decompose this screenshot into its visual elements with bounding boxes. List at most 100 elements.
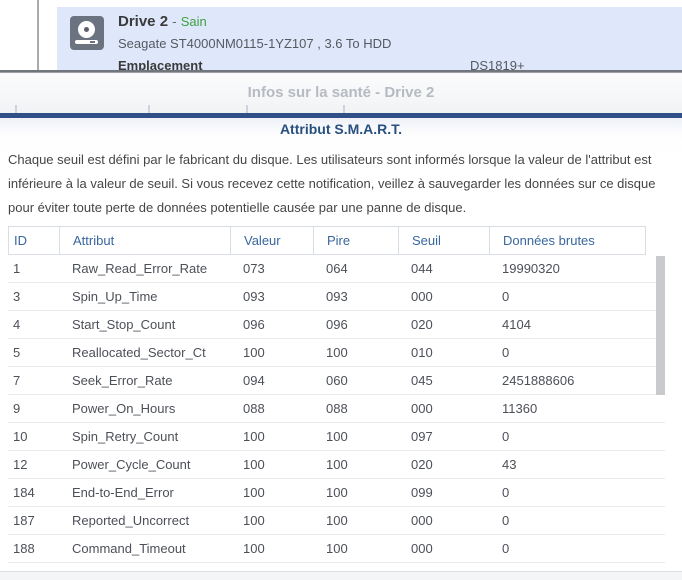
cell-attribute: Power_Cycle_Count: [72, 457, 191, 472]
column-header-seuil[interactable]: Seuil: [399, 227, 490, 254]
cell-id: 10: [13, 429, 28, 444]
tab-separator: [15, 105, 17, 113]
cell-raw: 0: [502, 513, 510, 528]
cell-value: 100: [243, 457, 265, 472]
health-info-dialog: Infos sur la santé - Drive 2 Attribut S.…: [0, 70, 682, 580]
cell-value: 088: [243, 401, 265, 416]
dialog-title: Infos sur la santé - Drive 2: [247, 84, 435, 101]
smart-section-title: Attribut S.M.A.R.T.: [279, 121, 403, 137]
cell-raw: 0: [502, 429, 510, 444]
drive-name: Drive 2: [118, 13, 169, 30]
table-row[interactable]: 3 Spin_Up_Time 093 093 000 0: [8, 283, 665, 311]
cell-worst: 088: [326, 401, 348, 416]
cell-attribute: Spin_Retry_Count: [72, 429, 179, 444]
cell-value: 100: [243, 541, 265, 556]
column-header-pire[interactable]: Pire: [314, 227, 399, 254]
cell-id: 4: [13, 317, 21, 332]
cell-value: 073: [243, 261, 265, 276]
cell-value: 100: [243, 513, 265, 528]
drive-status-badge: Sain: [180, 14, 207, 29]
cell-threshold: 000: [411, 541, 433, 556]
column-header-valeur[interactable]: Valeur: [231, 227, 314, 254]
cell-threshold: 000: [411, 513, 433, 528]
table-row[interactable]: 184 End-to-End_Error 100 100 099 0: [8, 479, 665, 507]
cell-raw: 4104: [502, 317, 531, 332]
table-row[interactable]: 12 Power_Cycle_Count 100 100 020 43: [8, 451, 665, 479]
table-row[interactable]: 187 Reported_Uncorrect 100 100 000 0: [8, 507, 665, 535]
hdd-icon: [70, 16, 104, 50]
table-row[interactable]: 188 Command_Timeout 100 100 000 0: [8, 535, 665, 563]
cell-value: 096: [243, 317, 265, 332]
cell-threshold: 044: [411, 261, 433, 276]
smart-table-body: 1 Raw_Read_Error_Rate 073 064 044 19990320 3 Sp…: [8, 255, 665, 563]
cell-worst: 100: [326, 457, 348, 472]
cell-id: 12: [13, 457, 28, 472]
cell-id: 7: [13, 373, 21, 388]
background-app-area: Drive 2 - Sain Seagate ST4000NM0115-1YZ1…: [0, 0, 682, 70]
table-row[interactable]: 9 Power_On_Hours 088 088 000 11360: [8, 395, 665, 423]
cell-raw: 0: [502, 485, 510, 500]
drive-title: Drive 2 - Sain: [118, 13, 207, 30]
cell-id: 9: [13, 401, 21, 416]
cell-raw: 0: [502, 345, 510, 360]
cell-attribute: Reported_Uncorrect: [72, 513, 190, 528]
cell-raw: 43: [502, 457, 517, 472]
cell-value: 100: [243, 429, 265, 444]
cell-attribute: Command_Timeout: [72, 541, 186, 556]
table-row[interactable]: 5 Reallocated_Sector_Ct 100 100 010 0: [8, 339, 665, 367]
cell-worst: 100: [326, 513, 348, 528]
cell-worst: 100: [326, 429, 348, 444]
drive-location-value: DS1819+: [470, 58, 525, 70]
background-scrollbar[interactable]: [37, 0, 39, 70]
cell-value: 093: [243, 289, 265, 304]
cell-attribute: Reallocated_Sector_Ct: [72, 345, 206, 360]
cell-worst: 100: [326, 485, 348, 500]
table-row[interactable]: 10 Spin_Retry_Count 100 100 097 0: [8, 423, 665, 451]
cell-attribute: Raw_Read_Error_Rate: [72, 261, 208, 276]
cell-id: 1: [13, 261, 21, 276]
cell-worst: 064: [326, 261, 348, 276]
tab-separator: [343, 105, 345, 113]
cell-id: 184: [13, 485, 35, 500]
cell-worst: 093: [326, 289, 348, 304]
cell-worst: 096: [326, 317, 348, 332]
table-scrollbar-thumb[interactable]: [656, 256, 665, 395]
column-header-id[interactable]: ID: [9, 227, 60, 254]
column-header-attribut[interactable]: Attribut: [60, 227, 231, 254]
tab-separator: [246, 105, 248, 113]
drive-location-label: Emplacement: [118, 58, 203, 70]
drive-status-separator: -: [172, 14, 177, 29]
cell-value: 094: [243, 373, 265, 388]
cell-threshold: 000: [411, 289, 433, 304]
cell-threshold: 000: [411, 401, 433, 416]
cell-id: 3: [13, 289, 21, 304]
cell-id: 188: [13, 541, 35, 556]
cell-threshold: 020: [411, 457, 433, 472]
cell-worst: 060: [326, 373, 348, 388]
cell-raw: 0: [502, 289, 510, 304]
cell-attribute: End-to-End_Error: [72, 485, 174, 500]
table-row[interactable]: 1 Raw_Read_Error_Rate 073 064 044 19990320: [8, 255, 665, 283]
column-header-donnees-brutes[interactable]: Données brutes: [490, 227, 645, 254]
dialog-titlebar[interactable]: Infos sur la santé - Drive 2: [0, 73, 682, 113]
cell-value: 100: [243, 345, 265, 360]
drive-summary-panel[interactable]: Drive 2 - Sain Seagate ST4000NM0115-1YZ1…: [57, 7, 682, 70]
drive-model: Seagate ST4000NM0115-1YZ107 , 3.6 To HDD: [118, 36, 392, 51]
smart-description: Chaque seuil est défini par le fabricant…: [8, 152, 656, 215]
table-row[interactable]: 4 Start_Stop_Count 096 096 020 4104: [8, 311, 665, 339]
smart-table-header: ID Attribut Valeur Pire Seuil Données br…: [8, 226, 646, 255]
cell-threshold: 020: [411, 317, 433, 332]
cell-id: 5: [13, 345, 21, 360]
cell-threshold: 097: [411, 429, 433, 444]
cell-raw: 0: [502, 541, 510, 556]
cell-threshold: 010: [411, 345, 433, 360]
cell-raw: 19990320: [502, 261, 560, 276]
cell-threshold: 045: [411, 373, 433, 388]
table-row[interactable]: 7 Seek_Error_Rate 094 060 045 2451888606: [8, 367, 665, 395]
cell-worst: 100: [326, 345, 348, 360]
cell-attribute: Start_Stop_Count: [72, 317, 176, 332]
cell-attribute: Seek_Error_Rate: [72, 373, 173, 388]
cell-worst: 100: [326, 541, 348, 556]
dialog-content: Attribut S.M.A.R.T. Chaque seuil est déf…: [0, 118, 682, 572]
cell-threshold: 099: [411, 485, 433, 500]
